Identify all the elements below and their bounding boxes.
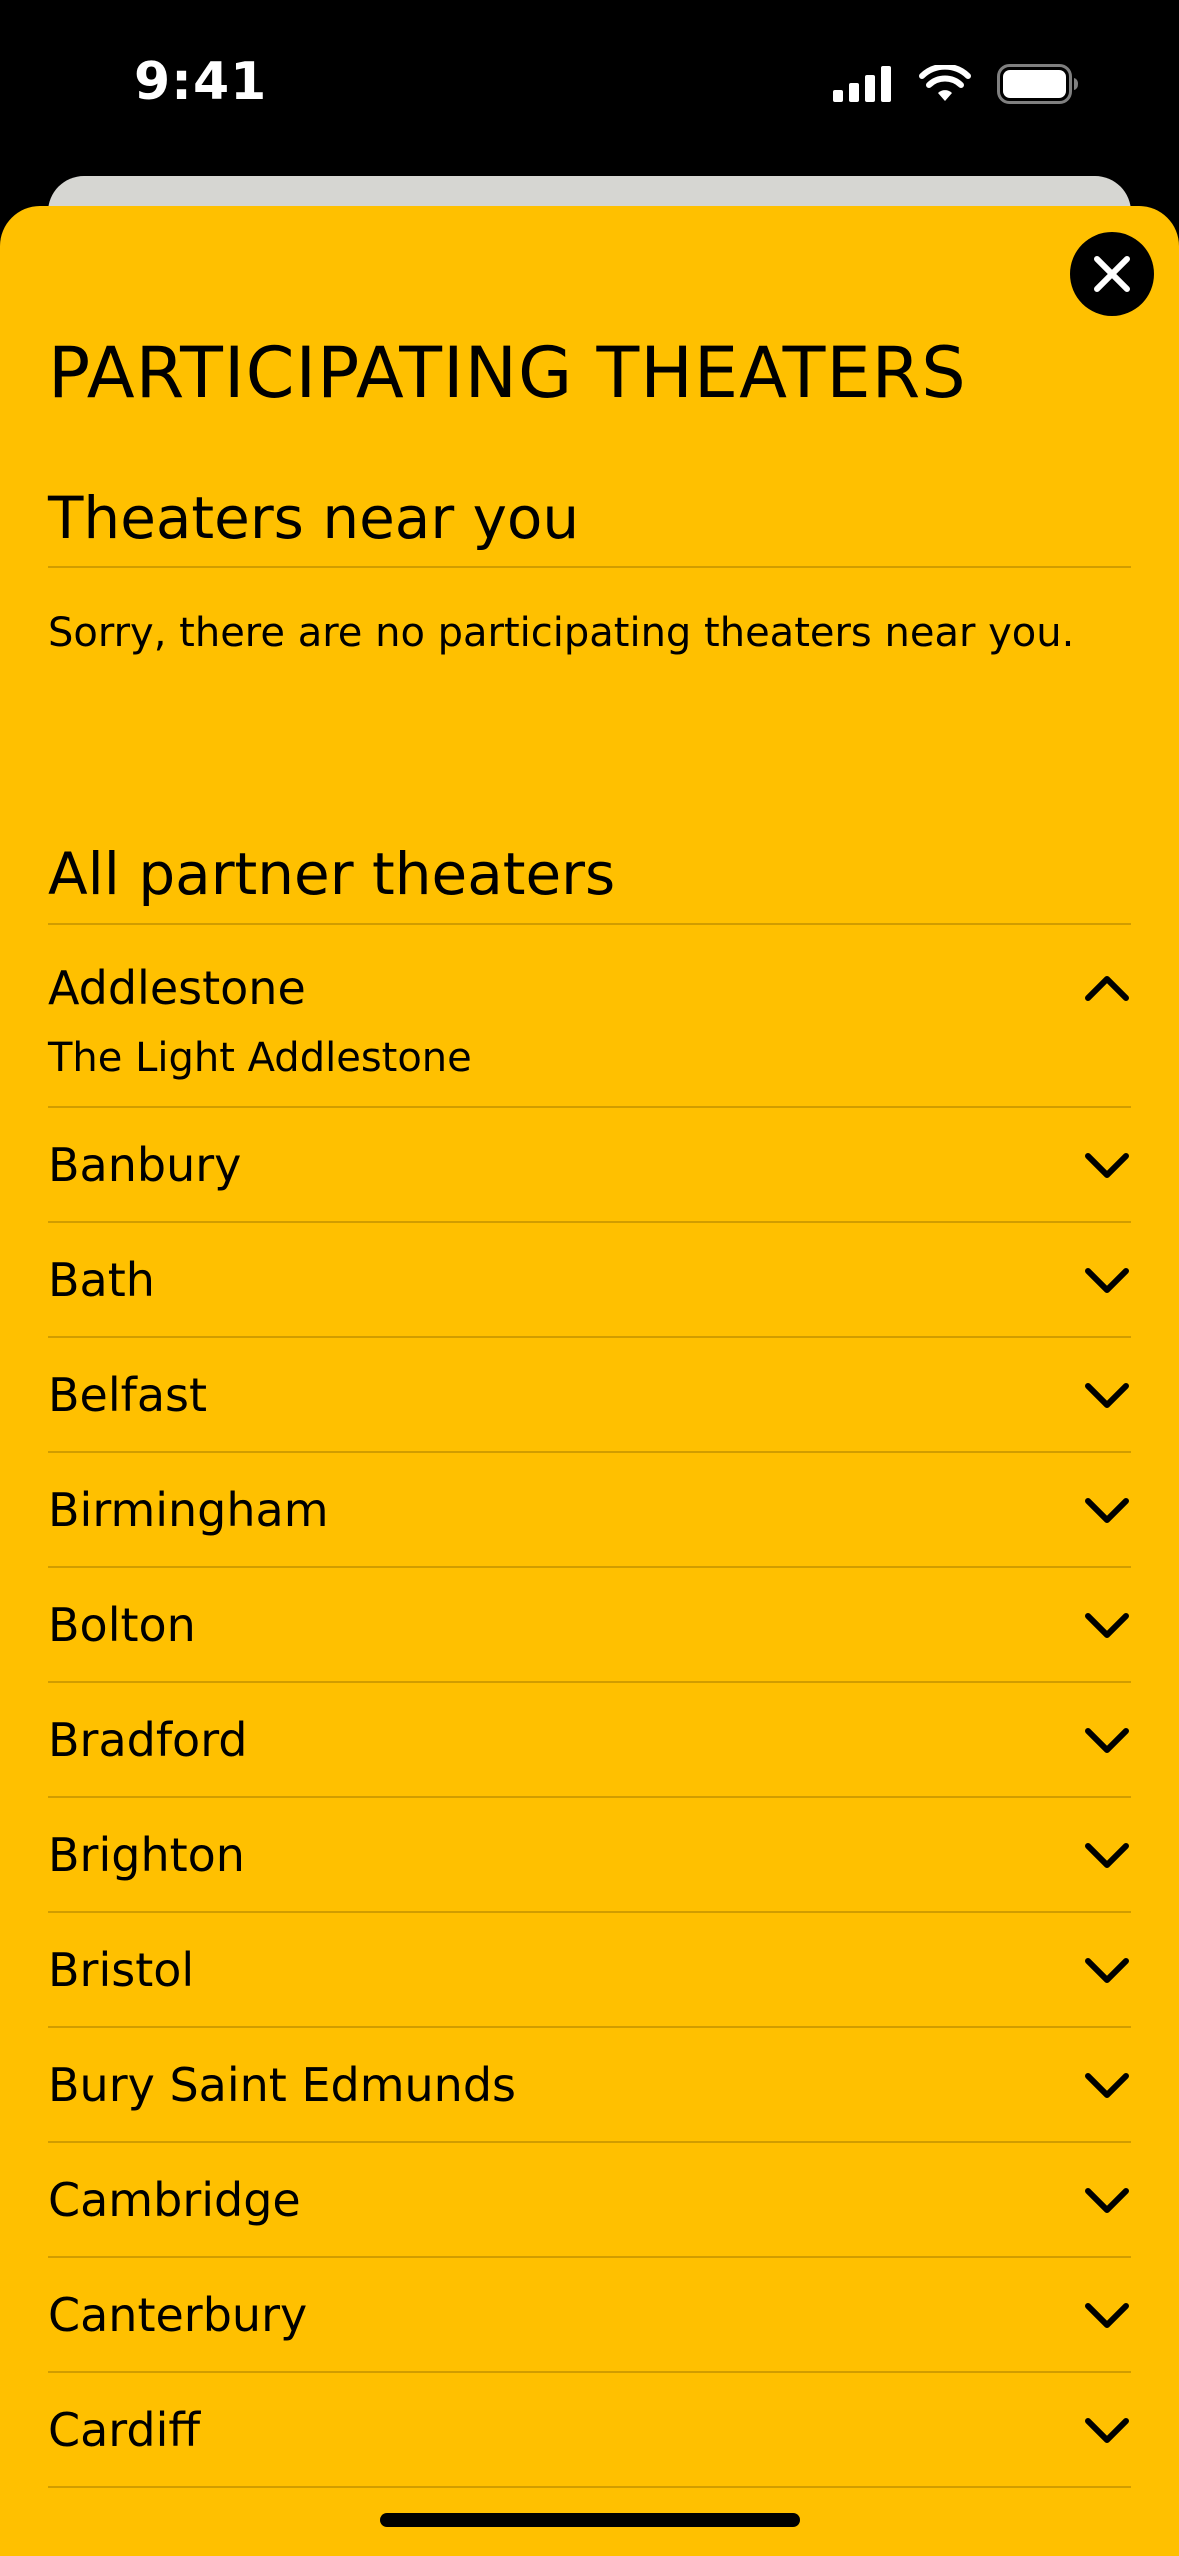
city-header[interactable]: Banbury	[48, 1108, 1131, 1221]
chevron-down-icon[interactable]	[1083, 1371, 1131, 1419]
close-icon	[1094, 256, 1130, 292]
wifi-icon	[919, 65, 971, 103]
city-row-cambridge[interactable]: Cambridge	[48, 2143, 1131, 2258]
city-row-belfast[interactable]: Belfast	[48, 1338, 1131, 1453]
city-header[interactable]: Cardiff	[48, 2373, 1131, 2486]
chevron-down-icon[interactable]	[1083, 2176, 1131, 2224]
chevron-down-icon[interactable]	[1083, 2061, 1131, 2109]
no-theaters-message: Sorry, there are no participating theate…	[48, 610, 1075, 656]
city-name: Cardiff	[48, 2402, 201, 2457]
status-time: 9:41	[134, 52, 268, 112]
chevron-down-icon[interactable]	[1083, 1141, 1131, 1189]
chevron-down-icon[interactable]	[1083, 1256, 1131, 1304]
city-row-bristol[interactable]: Bristol	[48, 1913, 1131, 2028]
city-name: Birmingham	[48, 1482, 329, 1537]
city-row-bolton[interactable]: Bolton	[48, 1568, 1131, 1683]
chevron-down-icon[interactable]	[1083, 2406, 1131, 2454]
city-name: Canterbury	[48, 2287, 308, 2342]
city-row-banbury[interactable]: Banbury	[48, 1108, 1131, 1223]
city-row-cardiff[interactable]: Cardiff	[48, 2373, 1131, 2488]
city-name: Banbury	[48, 1137, 242, 1192]
city-header[interactable]: Bury Saint Edmunds	[48, 2028, 1131, 2141]
chevron-down-icon[interactable]	[1083, 1946, 1131, 1994]
city-row-bury-saint-edmunds[interactable]: Bury Saint Edmunds	[48, 2028, 1131, 2143]
participating-theaters-sheet: PARTICIPATING THEATERS Theaters near you…	[0, 206, 1179, 2556]
city-header[interactable]: Canterbury	[48, 2258, 1131, 2371]
chevron-up-icon[interactable]	[1083, 964, 1131, 1012]
city-header[interactable]: Belfast	[48, 1338, 1131, 1451]
city-header[interactable]: Brighton	[48, 1798, 1131, 1911]
battery-icon	[997, 64, 1079, 104]
city-name: Bradford	[48, 1712, 248, 1767]
cellular-signal-icon	[833, 66, 893, 102]
city-header[interactable]: Addlestone	[48, 924, 1131, 1052]
city-header[interactable]: Birmingham	[48, 1453, 1131, 1566]
home-indicator	[380, 2513, 800, 2527]
city-name: Bolton	[48, 1597, 196, 1652]
city-header[interactable]: Bath	[48, 1223, 1131, 1336]
status-icons	[833, 64, 1079, 104]
city-row-bradford[interactable]: Bradford	[48, 1683, 1131, 1798]
section-title-near: Theaters near you	[48, 484, 580, 552]
section-title-all: All partner theaters	[48, 840, 616, 908]
city-row-brighton[interactable]: Brighton	[48, 1798, 1131, 1913]
city-name: Brighton	[48, 1827, 245, 1882]
city-row-birmingham[interactable]: Birmingham	[48, 1453, 1131, 1568]
city-list: Addlestone The Light Addlestone Banbury …	[48, 924, 1131, 2488]
chevron-down-icon[interactable]	[1083, 1601, 1131, 1649]
city-header[interactable]: Bradford	[48, 1683, 1131, 1796]
chevron-down-icon[interactable]	[1083, 1831, 1131, 1879]
divider	[48, 566, 1131, 568]
status-bar: 9:41	[0, 0, 1179, 175]
city-name: Bath	[48, 1252, 155, 1307]
page-title: PARTICIPATING THEATERS	[48, 332, 967, 414]
city-name: Addlestone	[48, 961, 306, 1015]
chevron-down-icon[interactable]	[1083, 1716, 1131, 1764]
city-name: Cambridge	[48, 2172, 301, 2227]
city-header[interactable]: Bolton	[48, 1568, 1131, 1681]
city-row-canterbury[interactable]: Canterbury	[48, 2258, 1131, 2373]
city-row-addlestone[interactable]: Addlestone The Light Addlestone	[48, 924, 1131, 1108]
city-row-bath[interactable]: Bath	[48, 1223, 1131, 1338]
city-name: Bristol	[48, 1942, 195, 1997]
close-button[interactable]	[1070, 232, 1154, 316]
city-name: Belfast	[48, 1367, 208, 1422]
chevron-down-icon[interactable]	[1083, 1486, 1131, 1534]
chevron-down-icon[interactable]	[1083, 2291, 1131, 2339]
city-header[interactable]: Cambridge	[48, 2143, 1131, 2256]
city-header[interactable]: Bristol	[48, 1913, 1131, 2026]
city-name: Bury Saint Edmunds	[48, 2057, 516, 2112]
